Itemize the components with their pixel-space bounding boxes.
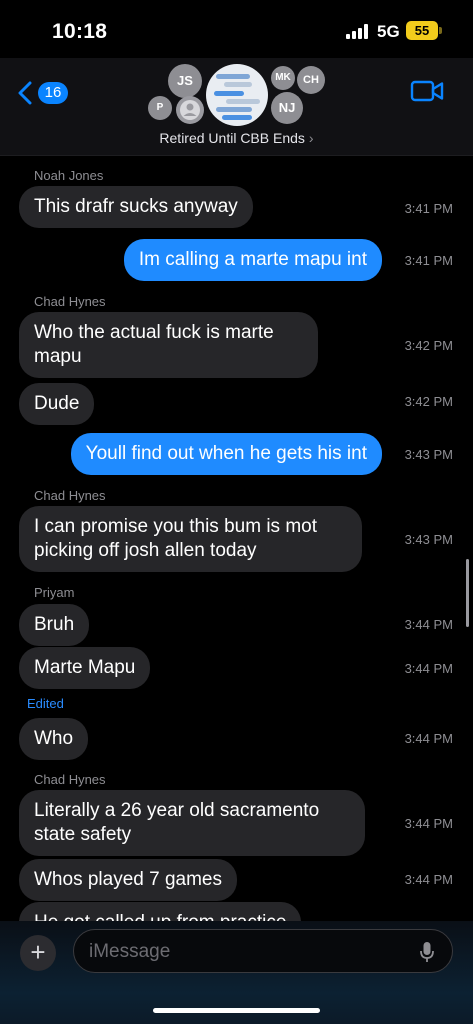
unread-count-badge: 16 xyxy=(38,82,68,104)
message-bubble-incoming[interactable]: Who xyxy=(19,718,89,760)
avatar-nj[interactable]: NJ xyxy=(271,92,303,124)
battery-icon: 55 xyxy=(406,21,438,40)
back-button[interactable]: 16 xyxy=(18,78,68,108)
avatar-js[interactable]: JS xyxy=(168,64,202,98)
message-timestamp: 3:44 PM xyxy=(404,816,453,831)
sender-name: Chad Hynes xyxy=(34,772,106,787)
sender-name: Chad Hynes xyxy=(34,294,106,309)
message-timestamp: 3:42 PM xyxy=(404,338,453,353)
message-timestamp: 3:41 PM xyxy=(404,253,453,268)
signal-icon xyxy=(346,24,370,39)
avatar-mk[interactable]: MK xyxy=(271,66,295,90)
person-icon xyxy=(180,100,200,120)
sender-name: Priyam xyxy=(34,585,75,600)
compose-bar: + iMessage xyxy=(0,921,473,1024)
back-chevron-icon xyxy=(18,81,32,105)
message-input[interactable]: iMessage xyxy=(73,929,453,973)
chevron-right-icon: › xyxy=(308,130,314,146)
message-bubble-outgoing[interactable]: Youll find out when he gets his int xyxy=(70,433,382,475)
message-bubble-incoming[interactable]: I can promise you this bum is mot pickin… xyxy=(19,506,362,572)
message-bubble-incoming[interactable]: Who the actual fuck is marte mapu xyxy=(19,312,318,378)
battery-tip xyxy=(439,27,442,34)
message-line: I can promise you this bum is mot xyxy=(34,516,317,537)
sender-name: Chad Hynes xyxy=(34,488,106,503)
avatar-contact[interactable] xyxy=(176,96,204,124)
video-camera-icon[interactable] xyxy=(410,80,444,102)
group-name-button[interactable]: Retired Until CBB Ends › xyxy=(0,130,473,146)
status-time: 10:18 xyxy=(52,20,108,43)
avatar-ch[interactable]: CH xyxy=(297,66,325,94)
message-timestamp: 3:44 PM xyxy=(404,661,453,676)
network-label: 5G xyxy=(377,22,400,41)
message-line: picking off josh allen today xyxy=(34,540,257,561)
message-list[interactable]: Noah Jones This drafr sucks anyway 3:41 … xyxy=(0,157,473,921)
message-bubble-incoming[interactable]: Literally a 26 year old sacramento state… xyxy=(19,790,365,856)
message-bubble-incoming[interactable]: Bruh xyxy=(19,604,90,646)
message-input-placeholder: iMessage xyxy=(89,941,171,962)
home-indicator[interactable] xyxy=(153,1008,320,1013)
edited-label[interactable]: Edited xyxy=(27,696,64,711)
message-bubble-incoming[interactable]: He got called up from practice xyxy=(19,902,302,921)
message-timestamp: 3:43 PM xyxy=(404,532,453,547)
message-bubble-incoming[interactable]: Marte Mapu xyxy=(19,647,151,689)
message-line: Who the actual fuck is marte xyxy=(34,322,274,343)
message-timestamp: 3:42 PM xyxy=(404,394,453,409)
status-bar: 10:18 5G 55 xyxy=(0,0,473,62)
message-timestamp: 3:44 PM xyxy=(404,731,453,746)
sender-name: Noah Jones xyxy=(34,168,104,183)
microphone-icon[interactable] xyxy=(420,941,434,963)
message-bubble-incoming[interactable]: Dude xyxy=(19,383,95,425)
message-line: state safety xyxy=(34,824,132,845)
message-timestamp: 3:44 PM xyxy=(404,872,453,887)
group-name: Retired Until CBB Ends xyxy=(159,130,305,146)
message-timestamp: 3:44 PM xyxy=(404,617,453,632)
message-line: mapu xyxy=(34,346,82,367)
message-bubble-outgoing[interactable]: Im calling a marte mapu int xyxy=(123,239,382,281)
message-bubble-incoming[interactable]: This drafr sucks anyway xyxy=(19,186,253,228)
message-timestamp: 3:41 PM xyxy=(404,201,453,216)
message-bubble-incoming[interactable]: Whos played 7 games xyxy=(19,859,237,901)
conversation-header: 16 JS P MK CH NJ Retired Until CBB Ends › xyxy=(0,58,473,156)
message-timestamp: 3:43 PM xyxy=(404,447,453,462)
message-line: Literally a 26 year old sacramento xyxy=(34,800,320,821)
group-photo[interactable] xyxy=(206,64,268,126)
scroll-indicator[interactable] xyxy=(466,559,469,627)
plus-button[interactable]: + xyxy=(20,935,56,971)
avatar-p[interactable]: P xyxy=(148,96,172,120)
